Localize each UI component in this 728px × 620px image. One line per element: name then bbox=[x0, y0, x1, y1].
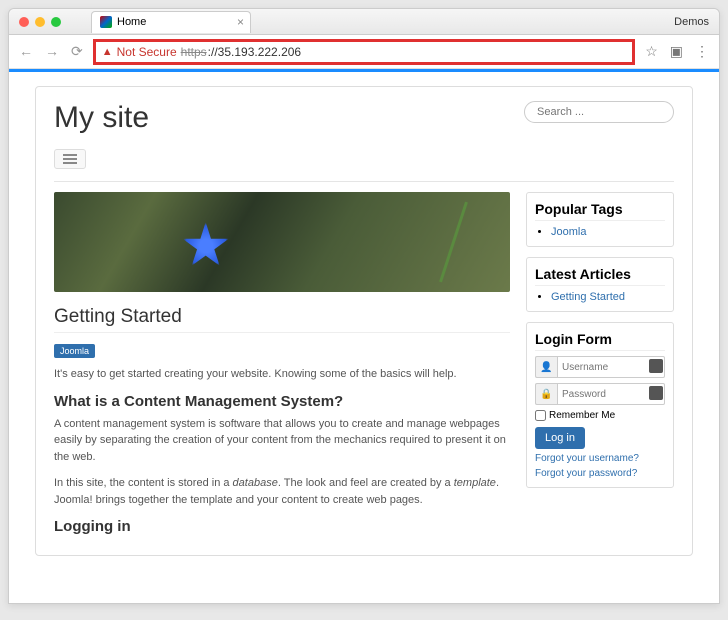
close-tab-icon[interactable]: × bbox=[237, 15, 244, 29]
tag-link[interactable]: Joomla bbox=[551, 226, 586, 238]
address-bar[interactable]: ▲ Not Secure https ://35.193.222.206 bbox=[93, 39, 635, 65]
menu-dots-icon[interactable]: ⋮ bbox=[695, 43, 709, 60]
https-struck: https bbox=[181, 45, 207, 59]
browser-tab[interactable]: Home × bbox=[91, 11, 251, 33]
list-item: Joomla bbox=[551, 226, 665, 238]
article-heading: What is a Content Management System? bbox=[54, 393, 510, 410]
article-paragraph: A content management system is software … bbox=[54, 416, 510, 466]
maximize-window-button[interactable] bbox=[51, 17, 61, 27]
field-addon-icon bbox=[649, 359, 663, 373]
hamburger-menu-button[interactable] bbox=[54, 149, 86, 169]
article-paragraph: In this site, the content is stored in a… bbox=[54, 475, 510, 508]
sidebar: Popular Tags Joomla Latest Articles Gett… bbox=[526, 192, 674, 488]
latest-articles-panel: Latest Articles Getting Started bbox=[526, 257, 674, 312]
panel-title: Login Form bbox=[535, 331, 665, 347]
browser-toolbar: ← → ⟳ ▲ Not Secure https ://35.193.222.2… bbox=[9, 35, 719, 69]
tab-title: Home bbox=[117, 16, 146, 28]
reload-button[interactable]: ⟳ bbox=[71, 43, 83, 60]
forgot-username-link[interactable]: Forgot your username? bbox=[535, 453, 665, 464]
demos-label: Demos bbox=[674, 16, 709, 28]
article-tag[interactable]: Joomla bbox=[54, 344, 95, 358]
site-container: My site Getting Started Joomla It's easy… bbox=[35, 86, 693, 556]
remember-me-label[interactable]: Remember Me bbox=[535, 410, 665, 421]
article-intro: It's easy to get started creating your w… bbox=[54, 366, 510, 383]
hero-image bbox=[54, 192, 510, 292]
back-button[interactable]: ← bbox=[19, 43, 33, 60]
favicon-icon bbox=[100, 16, 112, 28]
field-addon-icon bbox=[649, 386, 663, 400]
divider bbox=[54, 181, 674, 182]
forgot-password-link[interactable]: Forgot your password? bbox=[535, 468, 665, 479]
main-column: Getting Started Joomla It's easy to get … bbox=[54, 192, 510, 541]
url-text: ://35.193.222.206 bbox=[208, 45, 301, 59]
user-icon: 👤 bbox=[535, 356, 557, 378]
login-button[interactable]: Log in bbox=[535, 427, 585, 449]
remember-me-checkbox[interactable] bbox=[535, 410, 546, 421]
popular-tags-panel: Popular Tags Joomla bbox=[526, 192, 674, 247]
lock-icon: 🔒 bbox=[535, 383, 557, 405]
article-heading: Logging in bbox=[54, 518, 510, 535]
close-window-button[interactable] bbox=[19, 17, 29, 27]
divider bbox=[54, 332, 510, 333]
minimize-window-button[interactable] bbox=[35, 17, 45, 27]
extension-icon[interactable]: ▣ bbox=[670, 43, 683, 60]
browser-window: Home × Demos ← → ⟳ ▲ Not Secure https :/… bbox=[8, 8, 720, 604]
article-title: Getting Started bbox=[54, 306, 510, 328]
titlebar: Home × Demos bbox=[9, 9, 719, 35]
list-item: Getting Started bbox=[551, 291, 665, 303]
bookmark-star-icon[interactable]: ☆ bbox=[645, 43, 658, 60]
article-link[interactable]: Getting Started bbox=[551, 291, 625, 303]
login-form-panel: Login Form 👤 🔒 bbox=[526, 322, 674, 488]
hamburger-icon bbox=[63, 154, 77, 164]
not-secure-label: Not Secure bbox=[117, 45, 177, 59]
site-title: My site bbox=[54, 101, 149, 135]
panel-title: Popular Tags bbox=[535, 201, 665, 217]
window-controls bbox=[19, 17, 61, 27]
panel-title: Latest Articles bbox=[535, 266, 665, 282]
page-content: My site Getting Started Joomla It's easy… bbox=[9, 72, 719, 603]
warning-icon: ▲ bbox=[102, 46, 113, 58]
search-input[interactable] bbox=[524, 101, 674, 123]
forward-button[interactable]: → bbox=[45, 43, 59, 60]
